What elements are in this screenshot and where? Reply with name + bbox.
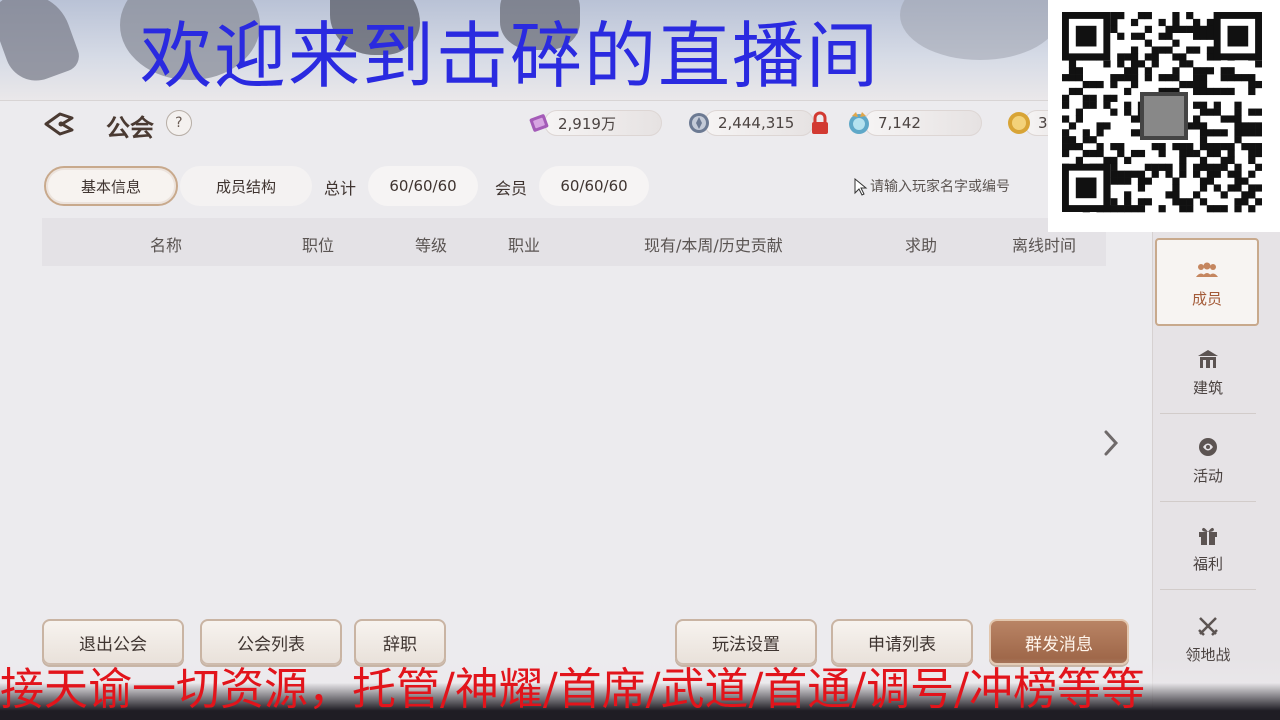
page-title: 公会	[106, 114, 154, 142]
sidebar-item-activity[interactable]: 活动	[1160, 418, 1256, 502]
sidebar-item-label: 成员	[1191, 289, 1222, 308]
column-header: 离线时间	[1012, 236, 1077, 255]
members-icon	[1193, 256, 1221, 284]
total-label: 总计	[324, 179, 357, 198]
gift-icon	[1194, 521, 1222, 549]
resource-gold: 3	[1006, 110, 1084, 136]
resource-value: 3	[1038, 114, 1048, 132]
search-placeholder: 请输入玩家名字或编号	[870, 179, 1010, 195]
resource-value: 2,444,315	[718, 114, 795, 132]
tab-member-structure[interactable]: 成员结构	[180, 166, 312, 206]
silver-coin-icon	[686, 110, 712, 136]
help-icon: ?	[175, 115, 183, 131]
scrolling-caption-text: 接天谕一切资源，托管/神耀/首席/武道/首通/调号/冲榜等等	[0, 664, 1145, 715]
sidebar-item-label: 活动	[1192, 467, 1223, 485]
column-header: 职位	[302, 236, 335, 255]
cursor-icon	[854, 177, 868, 200]
table-header	[42, 218, 1106, 266]
chevron-right-icon[interactable]	[1100, 426, 1122, 460]
gold-coin-icon	[1006, 110, 1032, 136]
tab-basic-info[interactable]: 基本信息	[44, 166, 178, 206]
resource-silver: 2,444,315	[686, 110, 814, 136]
column-header: 现有/本周/历史贡献	[644, 236, 783, 255]
column-header: 等级	[415, 236, 448, 255]
member-value: 60/60/60	[539, 166, 649, 206]
resource-orb: 7,142	[846, 110, 982, 136]
sidebar-item-members[interactable]: 成员	[1155, 238, 1259, 326]
activity-icon	[1194, 433, 1222, 461]
lock-icon[interactable]	[810, 111, 830, 135]
blue-orb-icon	[846, 110, 872, 136]
column-header: 职业	[508, 236, 541, 255]
stream-welcome-title: 欢迎来到击碎的直播间	[140, 14, 881, 98]
member-label: 会员	[495, 179, 528, 198]
column-header: 求助	[905, 236, 938, 255]
resource-ticket: 2,919万	[526, 110, 662, 136]
resource-value: 2,919万	[558, 114, 616, 133]
sidebar-item-label: 福利	[1192, 555, 1223, 573]
sidebar-item-building[interactable]: 建筑	[1160, 330, 1256, 414]
purple-ticket-icon	[526, 110, 552, 136]
building-icon	[1194, 345, 1222, 373]
sidebar-item-welfare[interactable]: 福利	[1160, 506, 1256, 590]
qr-code-overlay	[1048, 0, 1280, 232]
search-input[interactable]: 请输入玩家名字或编号	[852, 168, 1048, 204]
total-value: 60/60/60	[368, 166, 478, 206]
scrolling-caption-bar: 接天谕一切资源，托管/神耀/首席/武道/首通/调号/冲榜等等	[0, 658, 1280, 720]
resource-value: 7,142	[878, 114, 921, 132]
qr-code-image	[1062, 12, 1262, 213]
crossed-swords-icon	[1194, 612, 1222, 640]
column-header: 名称	[150, 236, 183, 255]
back-arrow-icon[interactable]	[42, 110, 78, 138]
sidebar-item-label: 建筑	[1192, 379, 1223, 397]
